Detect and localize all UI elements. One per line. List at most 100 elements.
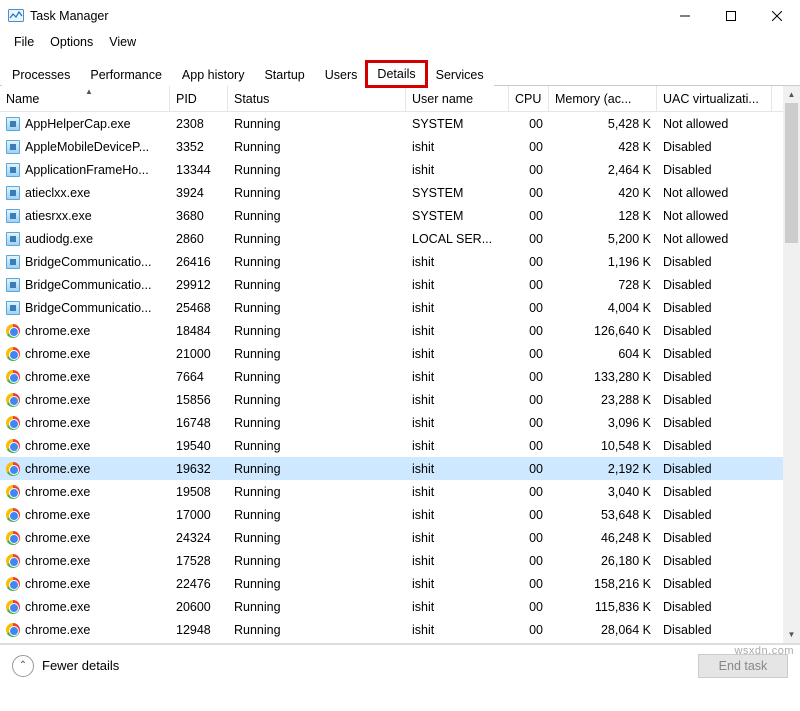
table-row[interactable]: ApplicationFrameHo...13344Runningishit00… xyxy=(0,158,800,181)
table-row[interactable]: chrome.exe16748Runningishit003,096 KDisa… xyxy=(0,411,800,434)
process-uac: Disabled xyxy=(657,595,772,618)
table-row[interactable]: chrome.exe22476Runningishit00158,216 KDi… xyxy=(0,572,800,595)
table-row[interactable]: atieclxx.exe3924RunningSYSTEM00420 KNot … xyxy=(0,181,800,204)
table-row[interactable]: chrome.exe17528Runningishit0026,180 KDis… xyxy=(0,549,800,572)
menu-file[interactable]: File xyxy=(6,33,42,51)
process-memory: 4,004 K xyxy=(549,296,657,319)
process-memory: 26,180 K xyxy=(549,549,657,572)
end-task-button[interactable]: End task xyxy=(698,654,788,678)
table-row[interactable]: chrome.exe17000Runningishit0053,648 KDis… xyxy=(0,503,800,526)
col-header-pid[interactable]: PID xyxy=(170,86,228,112)
process-name: chrome.exe xyxy=(25,393,90,407)
process-name: atiesrxx.exe xyxy=(25,209,92,223)
menu-options[interactable]: Options xyxy=(42,33,101,51)
tab-users[interactable]: Users xyxy=(315,63,368,86)
table-row[interactable]: chrome.exe24324Runningishit0046,248 KDis… xyxy=(0,526,800,549)
table-row[interactable]: chrome.exe21000Runningishit00604 KDisabl… xyxy=(0,342,800,365)
process-pid: 17000 xyxy=(170,503,228,526)
process-user: SYSTEM xyxy=(406,112,509,135)
chrome-icon xyxy=(6,416,20,430)
maximize-button[interactable] xyxy=(708,1,754,31)
process-status: Running xyxy=(228,434,406,457)
table-row[interactable]: chrome.exe19632Runningishit002,192 KDisa… xyxy=(0,457,800,480)
tab-app-history[interactable]: App history xyxy=(172,63,255,86)
col-header-memory[interactable]: Memory (ac... xyxy=(549,86,657,112)
process-pid: 3924 xyxy=(170,181,228,204)
tab-performance[interactable]: Performance xyxy=(80,63,172,86)
table-row[interactable]: AppleMobileDeviceP...3352Runningishit004… xyxy=(0,135,800,158)
process-pid: 25468 xyxy=(170,296,228,319)
process-status: Running xyxy=(228,319,406,342)
table-row[interactable]: BridgeCommunicatio...26416Runningishit00… xyxy=(0,250,800,273)
process-grid: ▲ Name PID Status User name CPU Memory (… xyxy=(0,86,800,644)
process-status: Running xyxy=(228,342,406,365)
task-manager-icon xyxy=(8,8,24,24)
process-cpu: 00 xyxy=(509,112,549,135)
process-cpu: 00 xyxy=(509,273,549,296)
col-header-uac[interactable]: UAC virtualizati... xyxy=(657,86,772,112)
tab-startup[interactable]: Startup xyxy=(254,63,314,86)
tab-details[interactable]: Details xyxy=(367,62,425,86)
table-row[interactable]: chrome.exe18484Runningishit00126,640 KDi… xyxy=(0,319,800,342)
process-memory: 2,464 K xyxy=(549,158,657,181)
table-row[interactable]: chrome.exe19508Runningishit003,040 KDisa… xyxy=(0,480,800,503)
process-user: ishit xyxy=(406,158,509,181)
chrome-icon xyxy=(6,347,20,361)
col-header-cpu[interactable]: CPU xyxy=(509,86,549,112)
process-pid: 7664 xyxy=(170,365,228,388)
process-name: chrome.exe xyxy=(25,439,90,453)
process-memory: 420 K xyxy=(549,181,657,204)
process-user: ishit xyxy=(406,342,509,365)
table-row[interactable]: chrome.exe19540Runningishit0010,548 KDis… xyxy=(0,434,800,457)
menu-view[interactable]: View xyxy=(101,33,144,51)
process-cpu: 00 xyxy=(509,319,549,342)
process-uac: Disabled xyxy=(657,572,772,595)
process-name: audiodg.exe xyxy=(25,232,93,246)
process-status: Running xyxy=(228,273,406,296)
process-cpu: 00 xyxy=(509,296,549,319)
chrome-icon xyxy=(6,600,20,614)
scroll-thumb[interactable] xyxy=(785,103,798,243)
col-header-user[interactable]: User name xyxy=(406,86,509,112)
process-status: Running xyxy=(228,503,406,526)
process-status: Running xyxy=(228,595,406,618)
close-button[interactable] xyxy=(754,1,800,31)
process-user: ishit xyxy=(406,480,509,503)
table-row[interactable]: atiesrxx.exe3680RunningSYSTEM00128 KNot … xyxy=(0,204,800,227)
process-uac: Disabled xyxy=(657,273,772,296)
process-name: chrome.exe xyxy=(25,508,90,522)
scroll-up-arrow-icon[interactable]: ▲ xyxy=(783,86,800,103)
process-uac: Disabled xyxy=(657,365,772,388)
process-status: Running xyxy=(228,204,406,227)
table-row[interactable]: chrome.exe12948Runningishit0028,064 KDis… xyxy=(0,618,800,641)
process-name: AppleMobileDeviceP... xyxy=(25,140,149,154)
vertical-scrollbar[interactable]: ▲ ▼ xyxy=(783,86,800,643)
process-pid: 12948 xyxy=(170,618,228,641)
process-uac: Disabled xyxy=(657,549,772,572)
process-user: ishit xyxy=(406,273,509,296)
col-header-status[interactable]: Status xyxy=(228,86,406,112)
process-status: Running xyxy=(228,549,406,572)
minimize-button[interactable] xyxy=(662,1,708,31)
process-memory: 23,288 K xyxy=(549,388,657,411)
table-row[interactable]: BridgeCommunicatio...25468Runningishit00… xyxy=(0,296,800,319)
table-row[interactable]: BridgeCommunicatio...29912Runningishit00… xyxy=(0,273,800,296)
process-uac: Disabled xyxy=(657,434,772,457)
table-row[interactable]: audiodg.exe2860RunningLOCAL SER...005,20… xyxy=(0,227,800,250)
table-row[interactable]: chrome.exe15856Runningishit0023,288 KDis… xyxy=(0,388,800,411)
process-pid: 2860 xyxy=(170,227,228,250)
chrome-icon xyxy=(6,531,20,545)
process-memory: 3,040 K xyxy=(549,480,657,503)
table-row[interactable]: chrome.exe20600Runningishit00115,836 KDi… xyxy=(0,595,800,618)
process-user: ishit xyxy=(406,388,509,411)
process-pid: 20600 xyxy=(170,595,228,618)
table-row[interactable]: chrome.exe7664Runningishit00133,280 KDis… xyxy=(0,365,800,388)
tab-services[interactable]: Services xyxy=(426,63,494,86)
tab-processes[interactable]: Processes xyxy=(2,63,80,86)
scroll-down-arrow-icon[interactable]: ▼ xyxy=(783,626,800,643)
table-row[interactable]: AppHelperCap.exe2308RunningSYSTEM005,428… xyxy=(0,112,800,135)
process-pid: 3352 xyxy=(170,135,228,158)
process-pid: 16748 xyxy=(170,411,228,434)
process-memory: 53,648 K xyxy=(549,503,657,526)
fewer-details-button[interactable]: ⌃ Fewer details xyxy=(12,655,119,677)
